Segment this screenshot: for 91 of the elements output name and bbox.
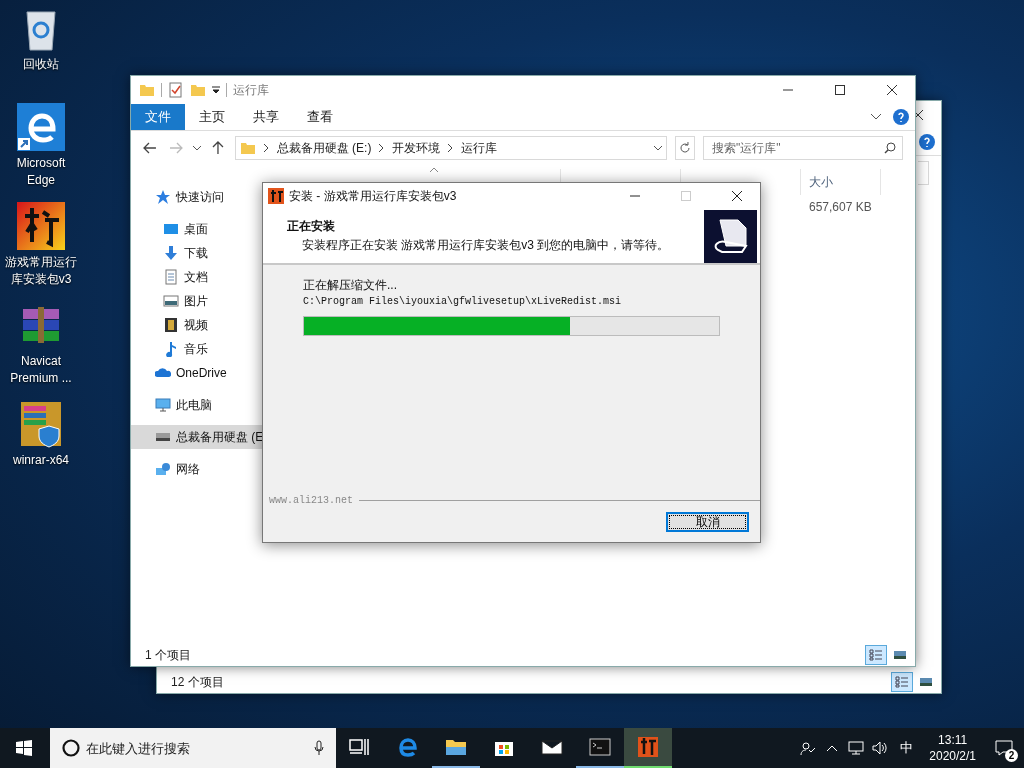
back-arrow-icon[interactable] bbox=[141, 141, 159, 155]
notification-badge: 2 bbox=[1005, 749, 1018, 762]
game-icon[interactable] bbox=[17, 202, 65, 250]
help-icon[interactable] bbox=[919, 134, 935, 150]
game-taskbar-button[interactable] bbox=[624, 728, 672, 768]
sort-caret-icon bbox=[430, 168, 438, 173]
desktop-icon-label[interactable]: winrar-x64 bbox=[1, 452, 81, 469]
chevron-right-icon bbox=[448, 144, 454, 152]
details-list-icon bbox=[895, 676, 909, 688]
nav-label: 网络 bbox=[176, 460, 200, 478]
chevron-right-icon bbox=[263, 144, 269, 152]
item-count: 12 个项目 bbox=[171, 673, 224, 691]
volume-icon[interactable] bbox=[872, 740, 889, 756]
details-view-button[interactable] bbox=[891, 672, 913, 692]
thumbnail-icon bbox=[919, 676, 933, 688]
breadcrumb-item[interactable]: 运行库 bbox=[461, 139, 498, 157]
desktop-icon-label[interactable]: Microsoft Edge bbox=[1, 155, 81, 189]
properties-icon[interactable] bbox=[168, 82, 184, 98]
ribbon-tab[interactable]: 查看 bbox=[293, 104, 347, 130]
desktop-icon bbox=[163, 221, 179, 237]
chevron-down-icon[interactable] bbox=[192, 145, 201, 151]
nav-label: 音乐 bbox=[184, 340, 208, 358]
breadcrumb-item[interactable]: 总裁备用硬盘 (E:) bbox=[276, 139, 372, 157]
maximize-icon[interactable] bbox=[835, 85, 845, 95]
folder-icon bbox=[239, 140, 256, 156]
microphone-icon[interactable] bbox=[314, 740, 324, 756]
search-field[interactable] bbox=[918, 161, 929, 185]
search-field[interactable]: 搜索"运行库" bbox=[703, 136, 903, 160]
details-view-button[interactable] bbox=[865, 645, 887, 665]
cortana-circle-icon bbox=[62, 739, 80, 757]
edge-icon bbox=[396, 735, 420, 759]
dialog-heading: 正在安装 bbox=[287, 218, 336, 235]
windows-start-icon[interactable] bbox=[16, 740, 32, 756]
nav-label: 快速访问 bbox=[176, 188, 224, 206]
ribbon-tab[interactable]: 主页 bbox=[185, 104, 239, 130]
desktop-icon-label[interactable]: 游戏常用运行库安装包v3 bbox=[1, 254, 81, 288]
document-icon bbox=[163, 269, 179, 285]
nav-label: 视频 bbox=[184, 316, 208, 334]
column-header[interactable]: 大小 bbox=[801, 169, 881, 195]
search-icon bbox=[884, 142, 896, 154]
edge-icon[interactable] bbox=[17, 103, 65, 151]
picture-icon bbox=[163, 293, 179, 309]
network-icon[interactable] bbox=[848, 740, 865, 756]
nav-label: 文档 bbox=[184, 268, 208, 286]
date-text: 2020/2/1 bbox=[929, 748, 976, 764]
nav-label: 图片 bbox=[184, 292, 208, 310]
help-icon[interactable] bbox=[893, 109, 909, 125]
search-field[interactable]: 在此键入进行搜索 bbox=[50, 728, 336, 768]
chevron-right-icon bbox=[379, 144, 385, 152]
file-path: C:\Program Files\iyouxia\gfwlivesetup\xLiveRedist.msi bbox=[303, 296, 623, 307]
address-bar[interactable]: 总裁备用硬盘 (E:) 开发环境 运行库 bbox=[234, 136, 668, 160]
maximize-icon bbox=[681, 191, 691, 201]
window-title: 运行库 bbox=[233, 81, 269, 99]
ribbon-tab[interactable]: 文件 bbox=[131, 104, 185, 130]
nav-label: 此电脑 bbox=[176, 396, 212, 414]
table-cell-text: 657,607 KB bbox=[808, 200, 873, 214]
nav-label: 桌面 bbox=[184, 220, 208, 238]
brand-text: www.ali213.net bbox=[269, 495, 353, 506]
dialog-title: 安装 - 游戏常用运行库安装包v3 bbox=[289, 187, 457, 205]
close-icon[interactable] bbox=[887, 85, 897, 95]
game-icon bbox=[268, 188, 284, 204]
chevron-down-icon[interactable] bbox=[871, 114, 881, 120]
video-icon bbox=[163, 317, 179, 333]
dialog-subheading: 安装程序正在安装 游戏常用运行库安装包v3 到您的电脑中，请等待。 bbox=[301, 237, 671, 254]
status-text: 正在解压缩文件... bbox=[303, 277, 398, 294]
star-icon bbox=[155, 189, 171, 205]
nav-label: 总裁备用硬盘 (E bbox=[176, 428, 264, 446]
ribbon-tab[interactable]: 共享 bbox=[239, 104, 293, 130]
nav-label: 下载 bbox=[184, 244, 208, 262]
breadcrumb-item[interactable]: 开发环境 bbox=[392, 139, 441, 157]
download-icon bbox=[163, 245, 179, 261]
desktop-icon-label[interactable]: Navicat Premium ... bbox=[1, 353, 81, 387]
people-icon[interactable] bbox=[800, 740, 817, 756]
time-text: 13:11 bbox=[938, 732, 968, 748]
dropdown-icon[interactable] bbox=[212, 86, 220, 94]
details-list-icon bbox=[869, 649, 883, 661]
input-method-indicator[interactable]: 中 bbox=[892, 739, 922, 757]
network-icon bbox=[155, 461, 171, 477]
item-count: 1 个项目 bbox=[145, 646, 191, 664]
nav-label: OneDrive bbox=[176, 366, 227, 380]
thumbnail-icon bbox=[893, 649, 907, 661]
clock[interactable]: 13:11 2020/2/1 bbox=[921, 732, 984, 764]
refresh-icon[interactable] bbox=[675, 136, 695, 160]
pc-icon bbox=[155, 397, 171, 413]
chevron-down-icon[interactable] bbox=[654, 145, 663, 151]
music-icon bbox=[163, 341, 179, 357]
game-icon bbox=[636, 735, 660, 759]
desktop-icon-label[interactable]: 回收站 bbox=[1, 56, 81, 73]
close-icon[interactable] bbox=[732, 191, 742, 201]
cancel-button[interactable]: 取消 bbox=[666, 512, 749, 532]
terminal-icon bbox=[588, 735, 612, 759]
